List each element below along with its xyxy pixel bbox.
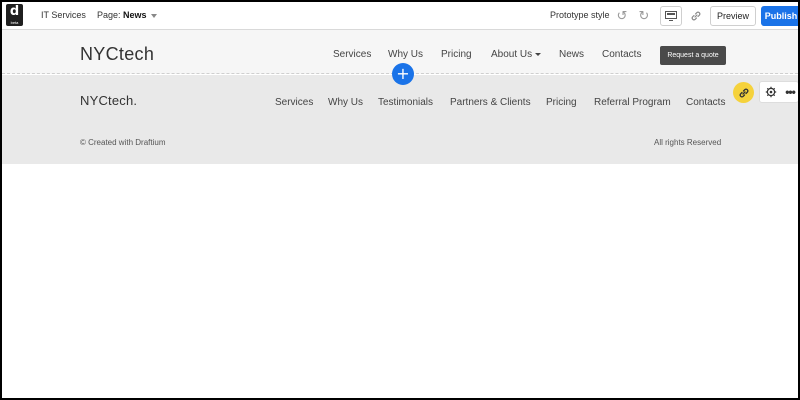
footer-nav-why-us[interactable]: Why Us [328, 97, 363, 108]
link-icon[interactable] [733, 82, 754, 103]
nav-item-about-us-label: About Us [491, 49, 533, 60]
nav-item-news[interactable]: News [559, 49, 584, 60]
page-name: News [123, 10, 147, 20]
redo-icon[interactable]: ↻ [634, 6, 654, 26]
beta-badge: beta [10, 20, 19, 25]
preview-button[interactable]: Preview [710, 6, 756, 26]
editor-toolbar: d beta IT Services Page: News Prototype … [2, 2, 798, 30]
chevron-down-icon [150, 13, 157, 18]
nav-item-contacts[interactable]: Contacts [602, 49, 641, 60]
header-brand[interactable]: NYCtech [80, 44, 154, 65]
logo-letter: d [9, 4, 20, 19]
footer-brand[interactable]: NYCtech. [80, 93, 137, 108]
prototype-style-button[interactable]: Prototype style [550, 2, 610, 29]
footer-nav-contacts[interactable]: Contacts [686, 97, 725, 108]
draftium-logo[interactable]: d beta [6, 4, 23, 26]
footer-nav-services[interactable]: Services [275, 97, 313, 108]
nav-item-about-us[interactable]: About Us [491, 49, 542, 60]
publish-button[interactable]: Publish [761, 6, 798, 26]
screen-icon[interactable] [660, 6, 682, 26]
copyright-text: © Created with Draftium [80, 138, 166, 147]
undo-icon[interactable]: ↺ [612, 6, 632, 26]
link-icon[interactable] [686, 6, 706, 26]
request-quote-button[interactable]: Request a quote [660, 46, 726, 65]
page-prefix: Page: [97, 10, 121, 20]
editor-window: d beta IT Services Page: News Prototype … [0, 0, 800, 400]
rights-text: All rights Reserved [654, 138, 722, 147]
caret-down-icon [535, 52, 542, 56]
footer-nav-testimonials[interactable]: Testimonials [378, 97, 433, 108]
nav-item-pricing[interactable]: Pricing [441, 49, 472, 60]
add-section-button[interactable]: + [392, 63, 414, 85]
page-footer-section[interactable]: NYCtech. Services Why Us Testimonials Pa… [2, 75, 798, 164]
nav-item-services[interactable]: Services [333, 49, 371, 60]
footer-nav-referral-program[interactable]: Referral Program [594, 97, 671, 108]
footer-nav-partners-clients[interactable]: Partners & Clients [450, 97, 531, 108]
nav-item-why-us[interactable]: Why Us [388, 49, 423, 60]
section-tools: ••• [759, 81, 798, 103]
gear-icon[interactable] [763, 84, 779, 100]
page-selector[interactable]: Page: News [97, 2, 157, 29]
footer-nav-pricing[interactable]: Pricing [546, 97, 577, 108]
project-name[interactable]: IT Services [41, 2, 86, 29]
more-icon[interactable]: ••• [783, 84, 797, 100]
